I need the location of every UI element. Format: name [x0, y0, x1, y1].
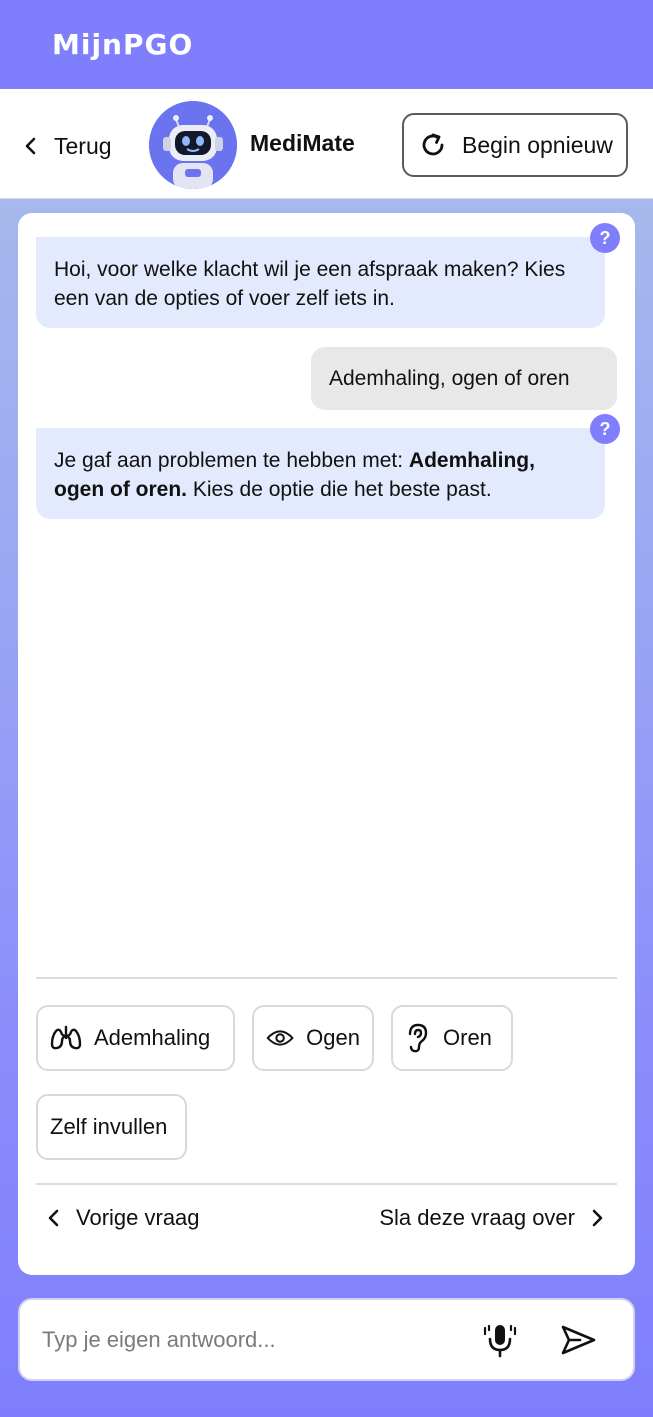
ear-icon — [408, 1023, 428, 1053]
bot-message-text: Hoi, voor welke klacht wil je een afspra… — [54, 258, 566, 310]
eye-icon — [266, 1030, 294, 1046]
restart-button[interactable]: Begin opnieuw — [402, 113, 628, 177]
microphone-icon — [483, 1324, 517, 1358]
back-button[interactable]: Terug — [20, 126, 112, 166]
refresh-icon — [422, 133, 444, 156]
bot-message-prefix: Je gaf aan problemen te hebben met: — [54, 449, 409, 472]
message-input[interactable] — [42, 1318, 462, 1362]
brand-logo: MijnPGO — [52, 28, 194, 61]
previous-question-button[interactable]: Vorige vraag — [44, 1200, 200, 1236]
back-label: Terug — [54, 132, 112, 159]
send-icon — [561, 1325, 596, 1355]
previous-question-label: Vorige vraag — [76, 1205, 200, 1230]
bot-avatar — [149, 101, 237, 189]
option-label: Ademhaling — [94, 1025, 211, 1050]
chevron-right-icon — [592, 1209, 603, 1227]
skip-question-button[interactable]: Sla deze vraag over — [379, 1200, 607, 1236]
bot-message: Hoi, voor welke klacht wil je een afspra… — [36, 237, 605, 328]
bot-message: Je gaf aan problemen te hebben met: Adem… — [36, 428, 605, 519]
divider — [36, 977, 617, 979]
option-zelf-invullen-button[interactable]: Zelf invullen — [36, 1094, 187, 1160]
chevron-left-icon — [48, 1209, 59, 1227]
divider — [36, 1183, 617, 1185]
microphone-button[interactable] — [480, 1320, 520, 1360]
option-oren-button[interactable]: Oren — [391, 1005, 513, 1071]
skip-question-label: Sla deze vraag over — [379, 1205, 575, 1230]
user-message: Ademhaling, ogen of oren — [311, 347, 617, 410]
user-message-text: Ademhaling, ogen of oren — [329, 366, 570, 390]
bot-message-suffix: Kies de optie die het beste past. — [187, 478, 492, 501]
send-button[interactable] — [558, 1320, 598, 1360]
lungs-icon — [50, 1025, 82, 1050]
option-label: Zelf invullen — [50, 1114, 168, 1139]
option-label: Oren — [443, 1025, 492, 1050]
help-icon[interactable]: ? — [590, 223, 620, 253]
message-input-bar — [18, 1298, 635, 1381]
restart-label: Begin opnieuw — [462, 131, 613, 158]
top-bar: MijnPGO — [0, 0, 653, 89]
help-icon[interactable]: ? — [590, 414, 620, 444]
option-ogen-button[interactable]: Ogen — [252, 1005, 374, 1071]
chevron-left-icon — [25, 137, 36, 155]
bot-name: MediMate — [250, 130, 355, 156]
option-label: Ogen — [306, 1025, 360, 1050]
option-ademhaling-button[interactable]: Ademhaling — [36, 1005, 235, 1071]
